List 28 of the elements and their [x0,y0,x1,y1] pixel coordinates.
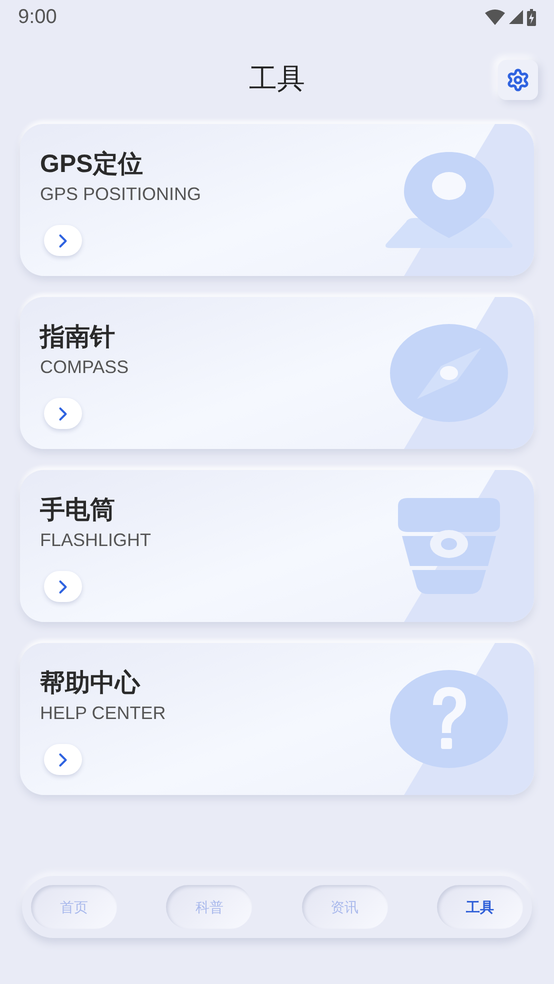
settings-button[interactable] [498,60,538,100]
question-mark-icon [389,669,509,769]
status-time: 9:00 [18,5,57,30]
arrow-button[interactable] [44,571,82,602]
battery-icon [527,8,536,26]
card-subtitle: GPS POSITIONING [40,183,202,206]
card-subtitle: FLASHLIGHT [40,529,152,552]
flashlight-icon [396,496,502,596]
map-pin-icon [384,150,514,250]
card-title: 帮助中心 [40,668,142,699]
tool-card[interactable]: 指南针 COMPASS [20,297,534,449]
signal-icon [509,10,523,24]
tool-card[interactable]: 手电筒 FLASHLIGHT [20,470,534,622]
card-subtitle: COMPASS [40,356,130,379]
settings-icon [506,68,530,92]
card-subtitle: HELP CENTER [40,702,167,725]
arrow-button[interactable] [44,225,82,256]
arrow-button[interactable] [44,398,82,429]
arrow-button[interactable] [44,744,82,775]
compass-icon [389,323,509,423]
card-title: GPS定位 [40,149,144,180]
tool-card[interactable]: GPS定位 GPS POSITIONING [20,124,534,276]
tool-card[interactable]: 帮助中心 HELP CENTER [20,643,534,795]
card-title: 指南针 [40,322,116,353]
nav-tab[interactable]: 工具 [436,885,523,929]
card-title: 手电筒 [40,495,116,526]
wifi-icon [485,9,505,25]
page-title: 工具 [249,62,305,96]
